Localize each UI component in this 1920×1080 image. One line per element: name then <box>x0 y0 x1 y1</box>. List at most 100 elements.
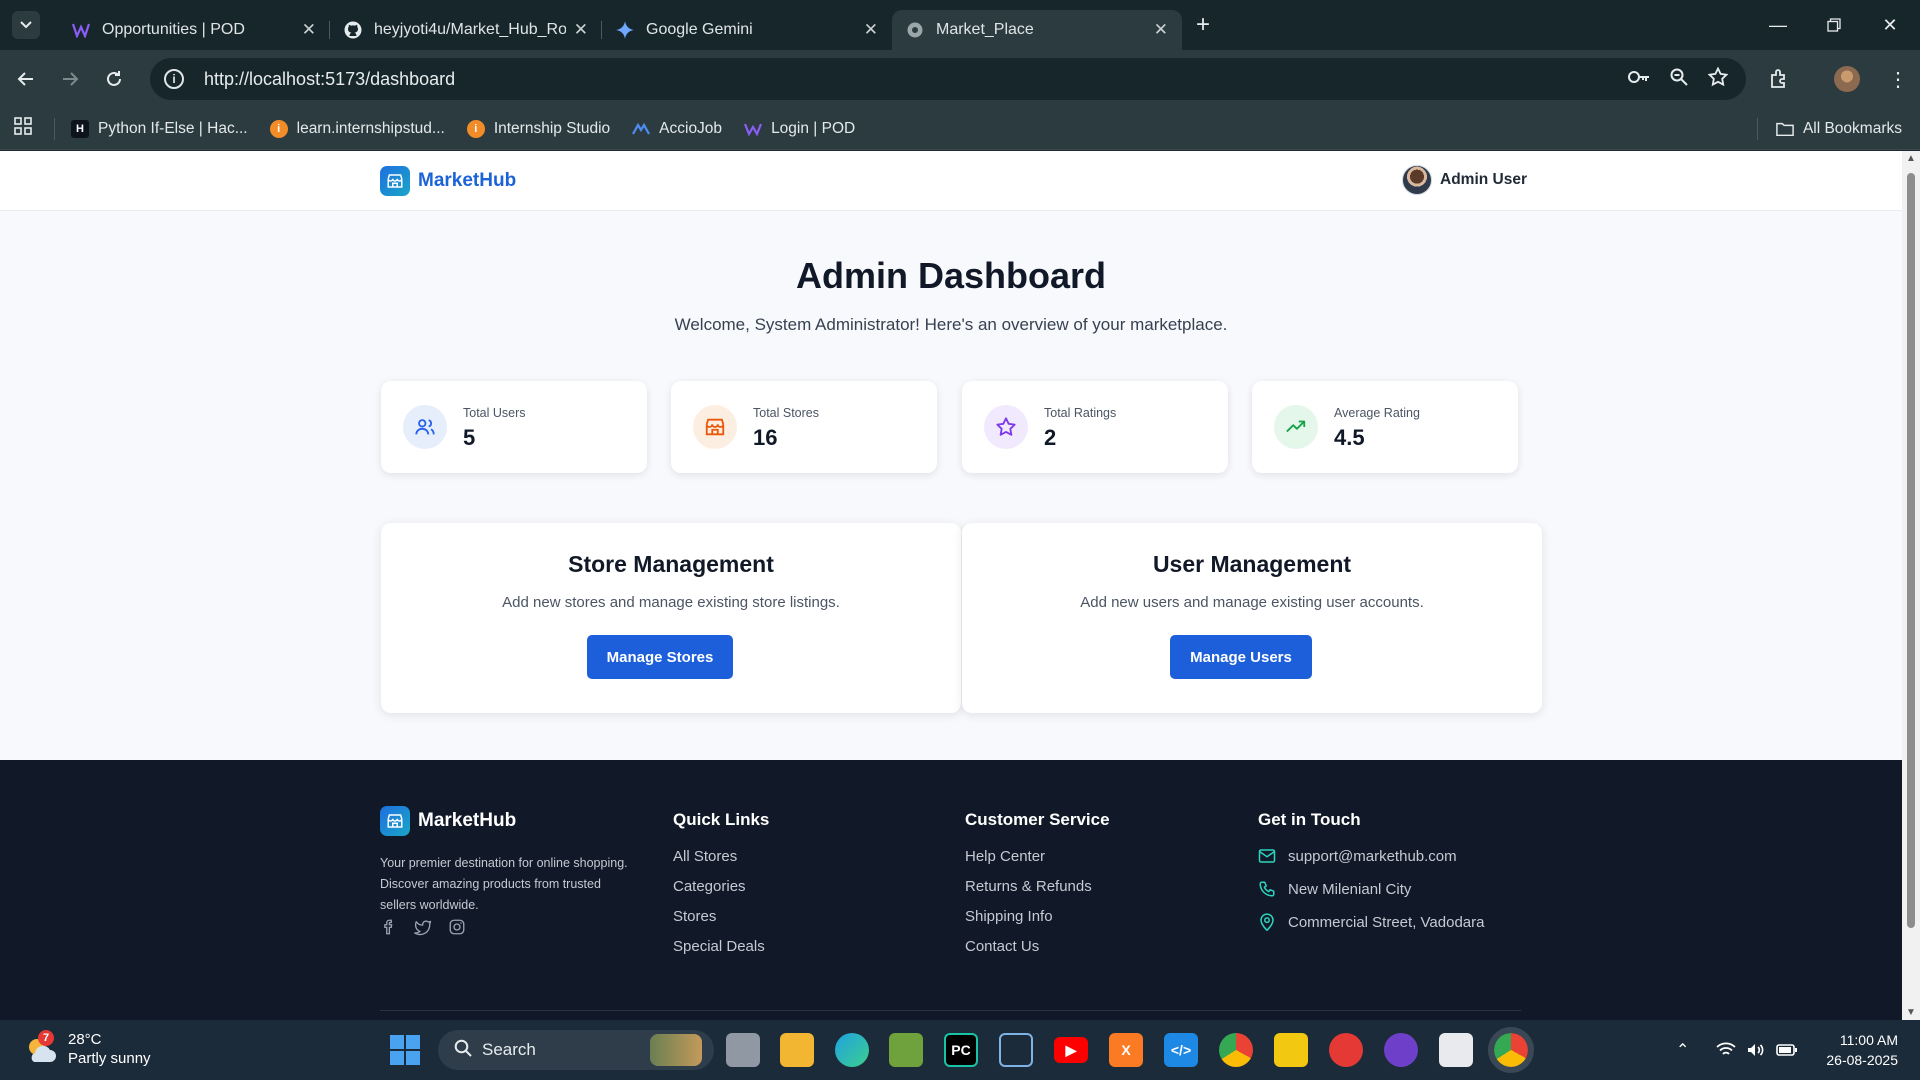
minimize-icon[interactable]: — <box>1750 0 1806 50</box>
footer-brand-logo[interactable]: MarketHub <box>380 806 516 836</box>
contact-address[interactable]: Commercial Street, Vadodara <box>1258 913 1484 931</box>
tab-market-place[interactable]: Market_Place ✕ <box>892 10 1182 50</box>
zoom-icon[interactable] <box>1670 68 1688 91</box>
scroll-down-arrow-icon[interactable]: ▼ <box>1906 1007 1916 1018</box>
address-bar[interactable]: i http://localhost:5173/dashboard <box>150 58 1746 100</box>
store-icon <box>693 405 737 449</box>
close-icon[interactable]: ✕ <box>574 20 588 40</box>
close-window-icon[interactable]: ✕ <box>1862 0 1918 50</box>
instagram-icon[interactable] <box>448 918 466 941</box>
power-bi-icon[interactable] <box>1274 1033 1308 1067</box>
restore-icon[interactable] <box>1806 0 1862 50</box>
bookmark-learn-internshipstudio[interactable]: i learn.internshipstud... <box>269 119 445 138</box>
virtualbox-icon[interactable] <box>999 1033 1033 1067</box>
twitter-icon[interactable] <box>414 918 432 941</box>
file-explorer-icon[interactable] <box>780 1033 814 1067</box>
bookmark-star-icon[interactable] <box>1707 65 1729 92</box>
site-info-icon[interactable]: i <box>164 69 184 89</box>
close-icon[interactable]: ✕ <box>864 20 878 40</box>
scroll-thumb[interactable] <box>1907 173 1915 928</box>
github-desktop-icon[interactable] <box>1384 1033 1418 1067</box>
edge-browser-icon[interactable] <box>835 1033 869 1067</box>
system-tray[interactable] <box>1716 1020 1798 1080</box>
manage-stores-button[interactable]: Manage Stores <box>587 635 733 679</box>
more-menu-icon[interactable]: ⋮ <box>1888 50 1908 108</box>
chrome-icon[interactable] <box>1219 1033 1253 1067</box>
contact-text: support@markethub.com <box>1288 847 1457 865</box>
apps-grid-icon[interactable] <box>14 117 32 140</box>
tab-label: heyjyoti4u/Market_Hub_Roxiler <box>374 21 566 38</box>
stat-value: 2 <box>1044 425 1057 450</box>
taskbar-clock[interactable]: 11:00 AM 26-08-2025 <box>1808 1030 1898 1070</box>
page-viewport: MarketHub Admin User Admin Dashboard Wel… <box>0 151 1902 1020</box>
tab-opportunities-pod[interactable]: Opportunities | POD ✕ <box>58 10 330 50</box>
photos-app-icon[interactable] <box>889 1033 923 1067</box>
brand-logo[interactable]: MarketHub <box>380 166 516 196</box>
key-icon[interactable] <box>1628 70 1650 89</box>
back-arrow-icon[interactable] <box>8 61 44 97</box>
new-tab-plus-icon[interactable]: + <box>1196 11 1210 39</box>
reader-app-icon[interactable] <box>1439 1033 1473 1067</box>
pycharm-icon[interactable]: PC <box>944 1033 978 1067</box>
star-icon <box>984 405 1028 449</box>
page-subtitle: Welcome, System Administrator! Here's an… <box>674 315 1228 334</box>
extensions-icon[interactable] <box>1768 50 1790 108</box>
footer-link-shipping-info[interactable]: Shipping Info <box>965 908 1053 925</box>
user-name: Admin User <box>1440 171 1527 188</box>
tray-overflow-icon[interactable]: ⌃ <box>1676 1020 1689 1080</box>
footer-link-returns-refunds[interactable]: Returns & Refunds <box>965 878 1092 895</box>
all-bookmarks-label: All Bookmarks <box>1802 119 1902 137</box>
contact-phone[interactable]: New Milenianl City <box>1258 880 1411 898</box>
volume-icon <box>1748 1044 1764 1056</box>
globe-icon <box>906 21 924 39</box>
pod-icon <box>72 21 90 39</box>
tab-google-gemini[interactable]: Google Gemini ✕ <box>602 10 892 50</box>
windows-start-icon[interactable] <box>390 1035 420 1065</box>
reload-icon[interactable] <box>96 61 132 97</box>
stat-card-total-stores: Total Stores 16 <box>671 381 937 473</box>
folder-icon <box>1776 120 1794 138</box>
footer-link-stores[interactable]: Stores <box>673 908 716 925</box>
forward-arrow-icon[interactable] <box>52 61 88 97</box>
bookmark-login-pod[interactable]: Login | POD <box>744 120 855 138</box>
youtube-icon[interactable]: ▶ <box>1054 1037 1088 1063</box>
url-text[interactable]: http://localhost:5173/dashboard <box>204 69 455 90</box>
tab-github[interactable]: heyjyoti4u/Market_Hub_Roxiler ✕ <box>330 10 602 50</box>
clock-time: 11:00 AM <box>1839 1032 1898 1048</box>
bookmark-python-if-else[interactable]: H Python If-Else | Hac... <box>71 119 248 138</box>
close-icon[interactable]: ✕ <box>302 20 316 40</box>
footer-brand-name: MarketHub <box>418 810 517 831</box>
facebook-icon[interactable] <box>380 918 398 941</box>
weather-desc: Partly sunny <box>68 1050 151 1067</box>
footer-link-help-center[interactable]: Help Center <box>965 848 1045 865</box>
scroll-up-arrow-icon[interactable]: ▲ <box>1906 153 1916 164</box>
task-view-icon[interactable] <box>726 1033 760 1067</box>
clock-date: 26-08-2025 <box>1826 1052 1898 1068</box>
weather-widget[interactable]: 7 28°C Partly sunny <box>24 1030 151 1068</box>
footer-link-special-deals[interactable]: Special Deals <box>673 938 765 955</box>
footer-link-contact-us[interactable]: Contact Us <box>965 938 1039 955</box>
stat-value: 5 <box>463 425 476 450</box>
close-icon[interactable]: ✕ <box>1154 20 1168 40</box>
taskbar-search[interactable]: Search <box>438 1030 714 1070</box>
weather-badge: 7 <box>38 1030 54 1046</box>
xampp-icon[interactable]: X <box>1109 1033 1143 1067</box>
all-bookmarks-button[interactable]: All Bookmarks <box>1756 117 1902 140</box>
profile-avatar[interactable] <box>1834 50 1860 108</box>
map-pin-icon <box>1258 913 1276 931</box>
user-menu[interactable]: Admin User <box>1402 165 1527 195</box>
manage-users-button[interactable]: Manage Users <box>1170 635 1312 679</box>
footer-divider <box>380 1010 1521 1011</box>
contact-email[interactable]: support@markethub.com <box>1258 847 1457 865</box>
bookmark-internship-studio[interactable]: i Internship Studio <box>466 119 610 138</box>
footer-link-all-stores[interactable]: All Stores <box>673 848 737 865</box>
avatar <box>1402 165 1432 195</box>
acrobat-icon[interactable] <box>1329 1033 1363 1067</box>
footer-link-categories[interactable]: Categories <box>673 878 746 895</box>
page-scrollbar[interactable]: ▲ ▼ <box>1902 151 1920 1020</box>
chrome-active-icon[interactable] <box>1488 1027 1534 1073</box>
weather-temp: 28°C <box>68 1031 102 1048</box>
bookmark-acciojob[interactable]: AccioJob <box>632 120 722 138</box>
vscode-icon[interactable]: </> <box>1164 1033 1198 1067</box>
tab-search-button[interactable] <box>12 11 40 39</box>
